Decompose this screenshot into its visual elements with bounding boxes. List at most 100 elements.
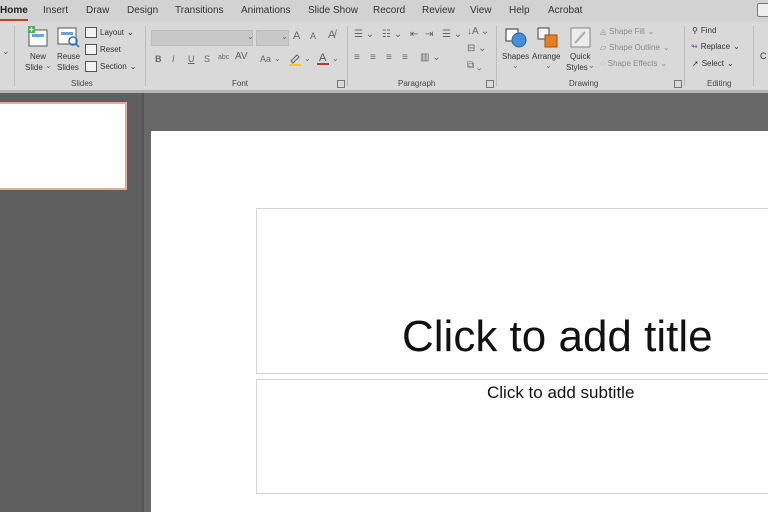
slide-thumbnail[interactable]	[0, 102, 127, 190]
decrease-font-icon[interactable]: A	[310, 31, 316, 41]
chevron-down-icon: ⌄	[662, 43, 670, 52]
layout-icon	[85, 27, 97, 38]
ribbon: ⌄ New Slide ⌄ Reuse Slides Layout ⌄ Rese…	[0, 22, 768, 90]
shapes-icon[interactable]	[504, 26, 528, 50]
underline-button[interactable]: U	[188, 54, 195, 64]
drawing-dialog-launcher[interactable]	[674, 80, 682, 88]
shape-effects-button[interactable]: ◌ Shape Effects ⌄	[600, 59, 667, 68]
chevron-down-icon[interactable]: ⌄	[332, 54, 339, 63]
chevron-down-icon: ⌄	[726, 59, 734, 68]
numbering-icon[interactable]: ☷ ⌄	[382, 29, 402, 40]
chevron-down-icon[interactable]: ⌄	[247, 32, 254, 41]
reset-button[interactable]: Reset	[85, 44, 121, 55]
columns-icon[interactable]: ▥ ⌄	[420, 52, 441, 63]
justify-icon[interactable]: ≡	[402, 52, 408, 63]
chevron-down-icon[interactable]: ⌄	[2, 46, 10, 57]
smartart-icon[interactable]: ⧉ ⌄	[467, 60, 482, 71]
separator	[14, 26, 15, 86]
new-slide-icon[interactable]	[27, 26, 49, 48]
tab-help[interactable]: Help	[509, 5, 530, 16]
font-name-input[interactable]	[151, 30, 253, 46]
cursor-icon: ➚	[692, 59, 699, 68]
tab-home[interactable]: Home	[0, 5, 28, 21]
tab-slide-show[interactable]: Slide Show	[308, 5, 358, 16]
tab-view[interactable]: View	[470, 5, 492, 16]
quick-styles-icon[interactable]	[569, 26, 593, 50]
character-spacing-button[interactable]: AV	[235, 51, 248, 62]
title-placeholder-text[interactable]: Click to add title	[402, 312, 713, 362]
section-button[interactable]: Section ⌄	[85, 61, 136, 72]
tab-insert[interactable]: Insert	[43, 5, 68, 16]
replace-button[interactable]: ↬ Replace ⌄	[691, 42, 740, 51]
quick-styles-label-2[interactable]: Styles	[566, 63, 588, 72]
new-slide-label[interactable]: New	[30, 52, 46, 61]
shape-outline-label: Shape Outline	[609, 43, 660, 52]
shadow-button[interactable]: abc	[218, 54, 229, 61]
tab-animations[interactable]: Animations	[241, 5, 290, 16]
tab-record[interactable]: Record	[373, 5, 405, 16]
bold-button[interactable]: B	[155, 54, 162, 64]
replace-label: Replace	[700, 42, 731, 51]
decrease-indent-icon[interactable]: ⇤	[410, 29, 418, 40]
group-label-font: Font	[232, 79, 249, 88]
chevron-down-icon: ⌄	[647, 27, 655, 36]
chevron-down-icon: ⌄	[660, 59, 668, 68]
ribbon-tabs: Home Insert Draw Design Transitions Anim…	[0, 0, 768, 22]
arrange-label[interactable]: Arrange	[532, 52, 560, 61]
align-right-icon[interactable]: ≡	[386, 52, 392, 63]
chevron-down-icon[interactable]: ⌄	[45, 61, 52, 70]
chevron-down-icon[interactable]: ⌄	[512, 61, 519, 70]
highlight-color-icon[interactable]	[288, 52, 302, 66]
layout-button[interactable]: Layout ⌄	[85, 27, 134, 38]
arrange-icon[interactable]	[536, 26, 560, 50]
align-center-icon[interactable]: ≡	[370, 52, 376, 63]
separator	[684, 26, 685, 86]
comments-button[interactable]	[757, 3, 768, 17]
chevron-down-icon[interactable]: ⌄	[274, 54, 281, 63]
quick-styles-label[interactable]: Quick	[570, 52, 590, 61]
separator	[145, 26, 146, 86]
line-spacing-icon[interactable]: ☰ ⌄	[442, 29, 462, 40]
group-label-slides: Slides	[71, 79, 93, 88]
reuse-slides-label-2[interactable]: Slides	[57, 63, 79, 72]
shape-effects-label: Shape Effects	[607, 59, 658, 68]
increase-indent-icon[interactable]: ⇥	[425, 29, 433, 40]
tab-draw[interactable]: Draw	[86, 5, 109, 16]
clear-format-icon[interactable]: A̸	[328, 29, 335, 41]
align-text-icon[interactable]: ⊟ ⌄	[467, 43, 487, 54]
tab-transitions[interactable]: Transitions	[175, 5, 224, 16]
increase-font-icon[interactable]: A	[293, 30, 300, 42]
tab-acrobat[interactable]: Acrobat	[548, 5, 582, 16]
font-color-icon[interactable]: A	[316, 51, 330, 66]
reuse-slides-label[interactable]: Reuse	[57, 52, 80, 61]
find-button[interactable]: ⚲ Find	[692, 26, 716, 35]
effects-icon: ◌	[600, 59, 605, 68]
strikethrough-button[interactable]: S	[204, 54, 210, 64]
italic-button[interactable]: I	[172, 54, 175, 64]
chevron-down-icon[interactable]: ⌄	[304, 54, 311, 63]
select-button[interactable]: ➚ Select ⌄	[692, 59, 734, 68]
paragraph-dialog-launcher[interactable]	[486, 80, 494, 88]
partial-ribbon-label[interactable]: C	[760, 51, 767, 61]
change-case-button[interactable]: Aa	[260, 54, 271, 64]
layout-label: Layout	[100, 28, 125, 37]
separator	[496, 26, 497, 86]
font-dialog-launcher[interactable]	[337, 80, 345, 88]
tab-design[interactable]: Design	[127, 5, 158, 16]
new-slide-label-2[interactable]: Slide	[25, 63, 43, 72]
align-left-icon[interactable]: ≡	[354, 52, 360, 63]
chevron-down-icon[interactable]: ⌄	[281, 32, 288, 41]
find-label: Find	[700, 26, 717, 35]
replace-icon: ↬	[691, 42, 698, 51]
shape-outline-button[interactable]: ▱ Shape Outline ⌄	[600, 43, 670, 52]
chevron-down-icon[interactable]: ⌄	[588, 61, 595, 70]
reuse-slides-icon[interactable]	[57, 26, 81, 48]
text-direction-icon[interactable]: ↓A ⌄	[467, 26, 489, 37]
shapes-label[interactable]: Shapes	[502, 52, 529, 61]
shape-fill-button[interactable]: ◬ Shape Fill ⌄	[600, 27, 654, 36]
chevron-down-icon: ⌄	[127, 28, 134, 37]
chevron-down-icon[interactable]: ⌄	[545, 61, 552, 70]
bullets-icon[interactable]: ☰ ⌄	[354, 29, 374, 40]
tab-review[interactable]: Review	[422, 5, 455, 16]
subtitle-placeholder-text[interactable]: Click to add subtitle	[487, 383, 634, 403]
